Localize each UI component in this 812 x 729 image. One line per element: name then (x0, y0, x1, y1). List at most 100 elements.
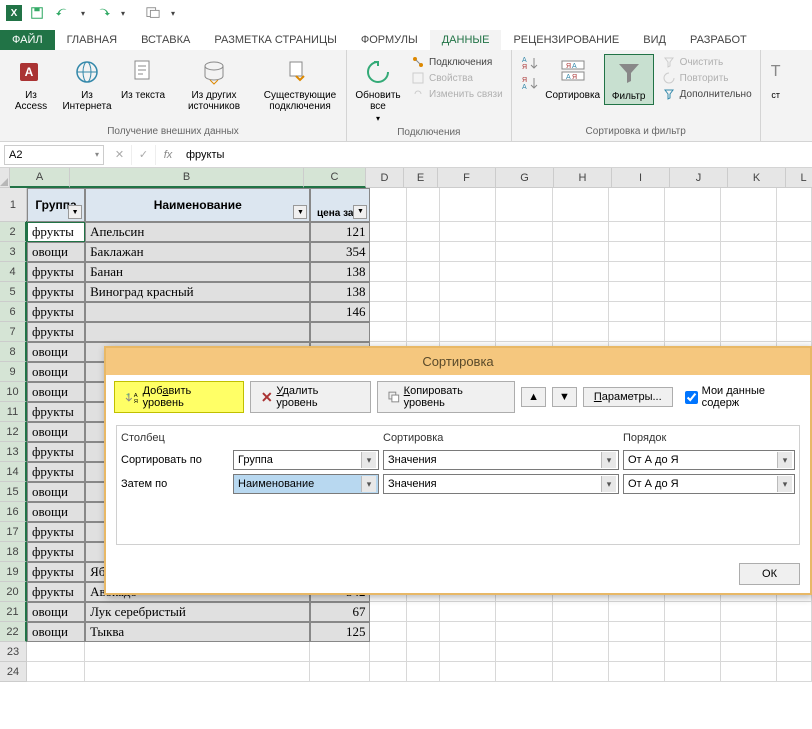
cell[interactable] (553, 662, 609, 682)
cell[interactable] (370, 242, 407, 262)
column-header-B[interactable]: B (70, 168, 304, 188)
delete-level-button[interactable]: Удалить уровень (250, 381, 371, 413)
cell[interactable] (407, 322, 440, 342)
cell[interactable] (609, 282, 665, 302)
move-down-button[interactable]: ▼ (552, 387, 577, 407)
sort-button[interactable]: ЯААЯ Сортировка (548, 54, 598, 103)
column-header-F[interactable]: F (438, 168, 496, 188)
row-header-1[interactable]: 1 (0, 188, 27, 222)
cell[interactable] (407, 282, 440, 302)
row-header-10[interactable]: 10 (0, 382, 27, 402)
cell[interactable] (440, 242, 496, 262)
cell[interactable] (496, 242, 552, 262)
row-header-7[interactable]: 7 (0, 322, 27, 342)
text-to-columns-button[interactable]: T ст (767, 54, 785, 102)
cell[interactable]: Банан (85, 262, 310, 282)
cell[interactable] (777, 282, 812, 302)
tab-layout[interactable]: РАЗМЕТКА СТРАНИЦЫ (202, 30, 348, 50)
cell[interactable] (553, 302, 609, 322)
cell[interactable]: фрукты (27, 262, 85, 282)
column-header-G[interactable]: G (496, 168, 554, 188)
row-header-18[interactable]: 18 (0, 542, 27, 562)
cell[interactable]: цена за кг▼ (310, 188, 370, 222)
cell[interactable] (496, 188, 552, 222)
cell[interactable] (553, 622, 609, 642)
sort-asc-button[interactable]: АЯ (518, 54, 542, 72)
cell[interactable]: Баклажан (85, 242, 310, 262)
cell[interactable] (609, 188, 665, 222)
tab-view[interactable]: ВИД (631, 30, 678, 50)
cell[interactable] (370, 602, 407, 622)
cell[interactable]: овощи (27, 482, 85, 502)
cell[interactable]: фрукты (27, 442, 85, 462)
sort-column-combo-1[interactable]: Группа (233, 450, 379, 470)
cell[interactable] (440, 262, 496, 282)
cell[interactable] (609, 222, 665, 242)
cell[interactable]: фрукты (27, 542, 85, 562)
cell[interactable] (665, 642, 721, 662)
cell[interactable]: фрукты (27, 462, 85, 482)
tab-data[interactable]: ДАННЫЕ (430, 30, 502, 50)
tab-formulas[interactable]: ФОРМУЛЫ (349, 30, 430, 50)
column-header-L[interactable]: L (786, 168, 812, 188)
cell[interactable] (553, 188, 609, 222)
cell[interactable] (721, 642, 777, 662)
qat-save-button[interactable] (26, 2, 48, 24)
cell[interactable] (665, 222, 721, 242)
cell[interactable] (777, 602, 812, 622)
cell[interactable] (85, 662, 310, 682)
cell[interactable] (496, 302, 552, 322)
cell[interactable] (407, 302, 440, 322)
cell[interactable] (370, 662, 407, 682)
row-header-22[interactable]: 22 (0, 622, 27, 642)
cell[interactable] (27, 662, 85, 682)
cell[interactable] (553, 242, 609, 262)
cell[interactable] (370, 322, 407, 342)
sort-desc-button[interactable]: ЯА (518, 74, 542, 92)
row-header-11[interactable]: 11 (0, 402, 27, 422)
cell[interactable] (553, 282, 609, 302)
cell[interactable]: фрукты (27, 322, 85, 342)
cell[interactable] (407, 262, 440, 282)
cell[interactable] (553, 642, 609, 662)
cell[interactable]: фрукты (27, 582, 85, 602)
column-header-C[interactable]: C (304, 168, 366, 188)
cell[interactable] (665, 242, 721, 262)
cell[interactable]: фрукты (27, 522, 85, 542)
cell[interactable]: 138 (310, 262, 370, 282)
cell[interactable] (777, 262, 812, 282)
add-level-button[interactable]: +АЯ Добавить уровень (114, 381, 244, 413)
cell[interactable] (370, 262, 407, 282)
formula-input[interactable] (180, 145, 812, 165)
cell[interactable] (777, 188, 812, 222)
move-up-button[interactable]: ▲ (521, 387, 546, 407)
cell[interactable] (407, 188, 440, 222)
qat-redo-dropdown[interactable]: ▾ (118, 2, 128, 24)
filter-arrow-C[interactable]: ▼ (353, 205, 367, 219)
row-header-8[interactable]: 8 (0, 342, 27, 362)
qat-undo-dropdown[interactable]: ▾ (78, 2, 88, 24)
tab-home[interactable]: ГЛАВНАЯ (55, 30, 129, 50)
cell[interactable] (440, 222, 496, 242)
cell[interactable] (721, 242, 777, 262)
row-header-5[interactable]: 5 (0, 282, 27, 302)
cell[interactable] (407, 622, 440, 642)
cell[interactable] (440, 602, 496, 622)
cell[interactable] (370, 282, 407, 302)
cell[interactable] (777, 222, 812, 242)
cell[interactable] (721, 322, 777, 342)
tab-insert[interactable]: ВСТАВКА (129, 30, 202, 50)
cell[interactable] (553, 322, 609, 342)
cell[interactable]: 138 (310, 282, 370, 302)
from-web-button[interactable]: Из Интернета (62, 54, 112, 114)
cell[interactable] (440, 622, 496, 642)
cell[interactable] (407, 642, 440, 662)
row-header-9[interactable]: 9 (0, 362, 27, 382)
cell[interactable] (665, 622, 721, 642)
cell[interactable] (407, 222, 440, 242)
cell[interactable]: 354 (310, 242, 370, 262)
cell[interactable] (496, 662, 552, 682)
cell[interactable] (665, 302, 721, 322)
cell[interactable]: овощи (27, 602, 85, 622)
column-header-A[interactable]: A (10, 168, 70, 188)
